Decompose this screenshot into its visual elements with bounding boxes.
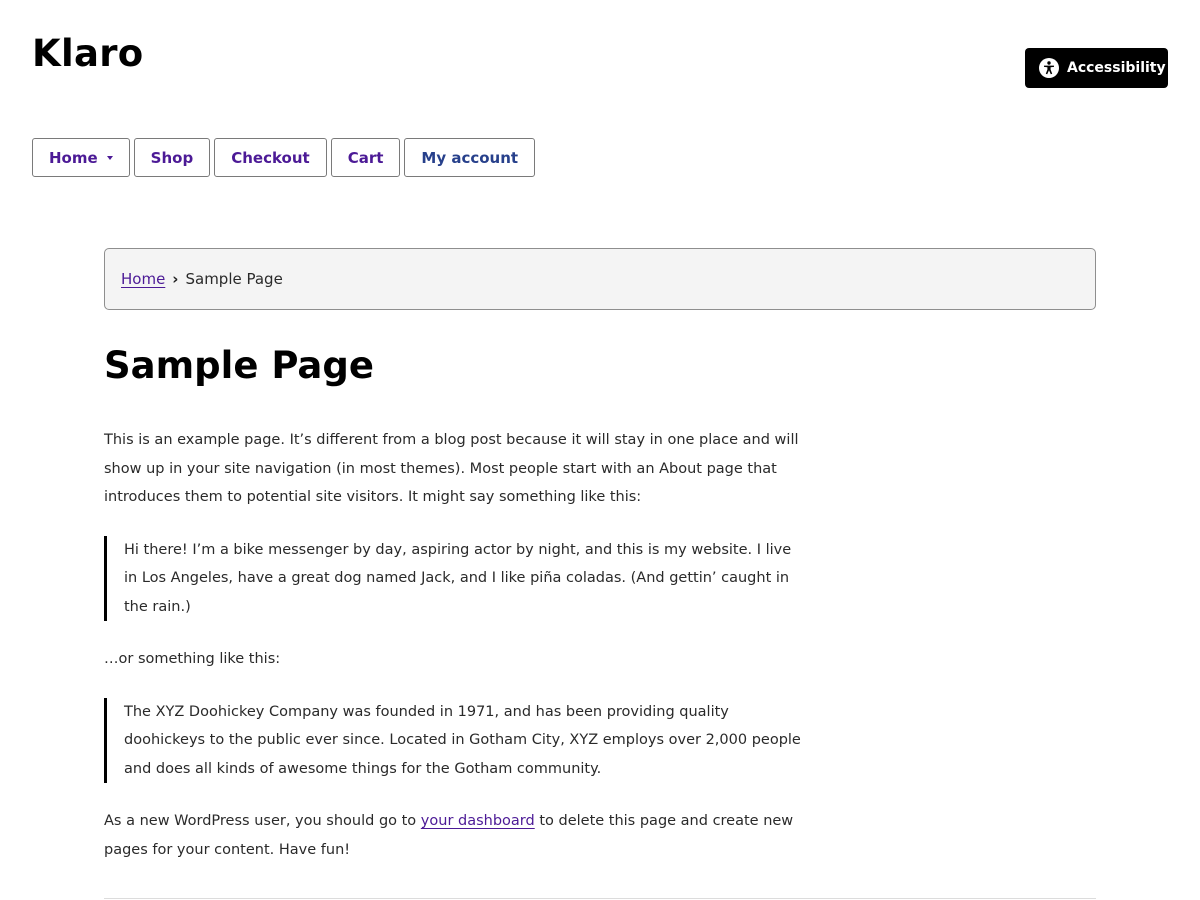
chevron-down-icon[interactable] [106,155,113,160]
quote-block-bike-messenger: Hi there! I’m a bike messenger by day, a… [104,535,804,621]
page-content: This is an example page. It’s different … [104,426,824,888]
nav-item-shop[interactable]: Shop [133,138,211,177]
accessibility-button-label: Accessibility [1067,60,1166,76]
quote-block-doohickey: The XYZ Doohickey Company was founded in… [104,697,804,783]
nav-item-my-account[interactable]: My account [404,138,536,177]
or-paragraph: …or something like this: [104,651,281,667]
nav-item-shop-label: Shop [150,148,194,167]
accessibility-button[interactable]: Accessibility [1025,48,1168,88]
breadcrumb-current: Sample Page [185,270,283,288]
breadcrumb: Home › Sample Page [104,248,1096,310]
nav-item-cart-label: Cart [347,148,384,167]
dashboard-link[interactable]: your dashboard [421,813,535,829]
page-title: Sample Page [104,344,374,387]
nav-item-home-label: Home [49,148,98,167]
nav-item-checkout[interactable]: Checkout [214,138,327,177]
breadcrumb-separator: › [172,270,179,288]
content-divider [104,898,1096,899]
site-title[interactable]: Klaro [32,32,144,75]
breadcrumb-home-link[interactable]: Home [121,270,165,288]
intro-paragraph: This is an example page. It’s different … [104,432,799,505]
quote-text: Hi there! I’m a bike messenger by day, a… [124,541,792,615]
closing-paragraph: As a new WordPress user, you should go t… [104,807,824,864]
nav-item-home[interactable]: Home [32,138,130,177]
accessibility-person-icon [1039,58,1059,78]
nav-item-checkout-label: Checkout [231,148,310,167]
nav-item-my-account-label: My account [421,148,519,167]
main-navigation: Home Shop Checkout Cart My account [32,138,536,177]
quote-text: The XYZ Doohickey Company was founded in… [124,703,801,777]
closing-text-before: As a new WordPress user, you should go t… [104,813,421,829]
site-header: Klaro Accessibility [0,0,1200,110]
nav-item-cart[interactable]: Cart [330,138,401,177]
